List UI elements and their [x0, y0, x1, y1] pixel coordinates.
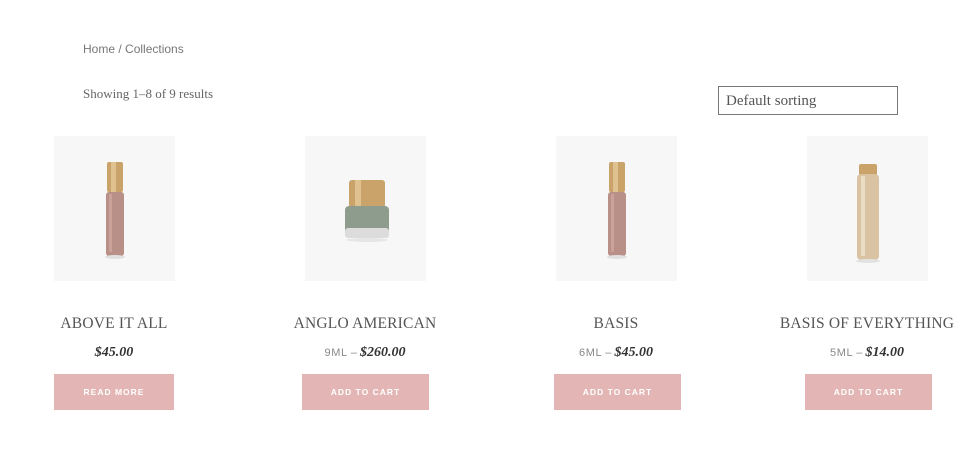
product-image[interactable]: [556, 136, 677, 281]
sorting-selected-value: Default sorting: [726, 93, 817, 109]
price-separator: –: [602, 347, 615, 359]
add-to-cart-button[interactable]: ADD TO CART: [302, 374, 429, 410]
add-to-cart-button[interactable]: ADD TO CART: [554, 374, 681, 410]
product-size: 9ML: [324, 347, 348, 359]
nail-polish-icon: [345, 180, 389, 242]
breadcrumb-home-link[interactable]: Home: [83, 42, 115, 56]
product-image[interactable]: [54, 136, 175, 281]
add-to-cart-button[interactable]: ADD TO CART: [805, 374, 932, 410]
product-price: $45.00: [94, 345, 134, 360]
product-price: $260.00: [359, 345, 406, 360]
price-separator: –: [347, 347, 360, 359]
product-card: BASIS OF EVERYTHING 5ML – $14.00 ADD TO …: [767, 136, 967, 416]
product-price: $14.00: [865, 345, 904, 360]
breadcrumb-separator: /: [115, 42, 126, 56]
foundation-bottle-icon: [105, 162, 125, 259]
product-title[interactable]: ANGLO AMERICAN: [265, 315, 465, 333]
primer-tube-icon: [856, 164, 880, 263]
breadcrumb-current: Collections: [125, 42, 184, 56]
product-title[interactable]: BASIS: [516, 315, 716, 333]
price-separator: –: [853, 347, 866, 359]
product-card: ANGLO AMERICAN 9ML – $260.00 ADD TO CART: [265, 136, 465, 416]
product-size: 5ML: [830, 347, 854, 359]
product-price-line: 9ML – $260.00: [265, 343, 465, 361]
product-price-line: $45.00: [14, 343, 214, 361]
product-price-line: 5ML – $14.00: [767, 343, 967, 361]
product-image[interactable]: [305, 136, 426, 281]
breadcrumb: Home / Collections: [83, 42, 184, 56]
result-count: Showing 1–8 of 9 results: [83, 86, 213, 101]
foundation-bottle-icon: [607, 162, 627, 259]
read-more-button[interactable]: READ MORE: [54, 374, 174, 410]
product-title[interactable]: ABOVE IT ALL: [14, 315, 214, 333]
product-size: 6ML: [579, 347, 603, 359]
product-image[interactable]: [807, 136, 928, 281]
product-card: ABOVE IT ALL $45.00 READ MORE: [14, 136, 214, 416]
product-price-line: 6ML – $45.00: [516, 343, 716, 361]
sorting-select[interactable]: Default sorting: [718, 86, 898, 115]
product-price: $45.00: [614, 345, 653, 360]
product-title[interactable]: BASIS OF EVERYTHING: [767, 315, 967, 333]
product-card: BASIS 6ML – $45.00 ADD TO CART: [516, 136, 716, 416]
